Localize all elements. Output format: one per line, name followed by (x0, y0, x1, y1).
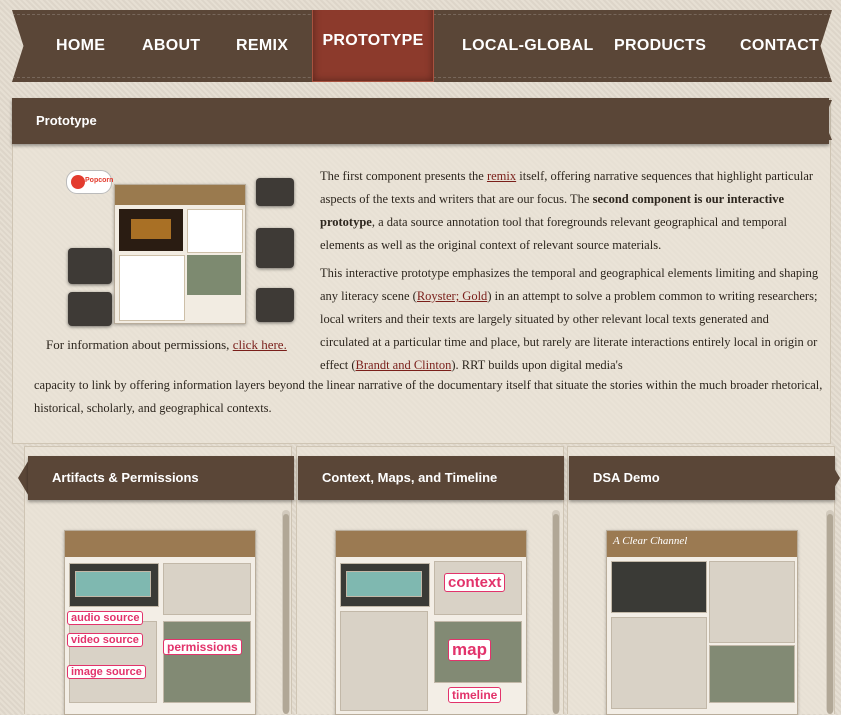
thumbnail-box (119, 255, 185, 321)
shot-video-frame (346, 571, 422, 597)
thumbnail-tooltip (68, 248, 112, 284)
nav-home[interactable]: HOME (56, 10, 105, 82)
thumbnail-tooltip (256, 288, 294, 322)
image-source-label: image source (67, 665, 146, 679)
dsa-title: A Clear Channel (613, 535, 688, 547)
thumbnail-header (115, 185, 245, 205)
popcorn-badge-icon: Popcorn (66, 170, 113, 194)
prototype-heading: Prototype (12, 98, 829, 144)
paragraph-1: The first component presents the remix i… (320, 169, 814, 252)
context-heading: Context, Maps, and Timeline (298, 456, 564, 500)
brandt-clinton-link[interactable]: Brandt and Clinton (356, 358, 452, 372)
nav-contact[interactable]: CONTACT (740, 10, 819, 82)
nav-remix[interactable]: REMIX (236, 10, 288, 82)
thumbnail-box (187, 209, 243, 253)
thumbnail-map (187, 255, 241, 295)
shot-block (163, 563, 251, 615)
nav-prototype[interactable]: PROTOTYPE (313, 10, 433, 73)
shot-video-frame (75, 571, 151, 597)
dsa-heading: DSA Demo (569, 456, 835, 500)
permissions-link[interactable]: click here. (233, 337, 287, 352)
shot-block (163, 621, 251, 703)
royster-gold-link[interactable]: Royster; Gold (417, 289, 487, 303)
prototype-thumbnail[interactable]: Popcorn (66, 168, 296, 328)
audio-source-label: audio source (67, 611, 144, 625)
nav-about[interactable]: ABOUT (142, 10, 200, 82)
map-label: map (448, 639, 491, 661)
nav-active-tab: PROTOTYPE (312, 10, 434, 82)
context-screenshot[interactable]: context map timeline (335, 530, 527, 715)
permissions-line: For information about permissions, click… (46, 337, 287, 353)
nav-products[interactable]: PRODUCTS (614, 10, 706, 82)
shot-block (709, 561, 795, 643)
shot-header (336, 531, 526, 557)
scrollbar[interactable] (826, 510, 834, 714)
shot-map (709, 645, 795, 703)
dsa-screenshot[interactable]: A Clear Channel (606, 530, 798, 715)
shot-video (611, 561, 707, 613)
permissions-label: permissions (163, 639, 242, 655)
remix-link[interactable]: remix (487, 169, 516, 183)
shot-header (65, 531, 255, 557)
shot-block (340, 611, 428, 711)
artifacts-heading: Artifacts & Permissions (28, 456, 294, 500)
permissions-text: For information about permissions, (46, 337, 233, 352)
nav-local-global[interactable]: LOCAL-GLOBAL (462, 10, 594, 82)
thumbnail-tooltip (256, 228, 294, 268)
video-source-label: video source (67, 633, 143, 647)
scrollbar[interactable] (552, 510, 560, 714)
thumbnail-page (114, 184, 246, 324)
paragraph-3: capacity to link by offering information… (34, 378, 823, 415)
paragraph-2: This interactive prototype emphasizes th… (320, 266, 819, 372)
main-nav: HOME ABOUT REMIX PROTOTYPE LOCAL-GLOBAL … (12, 10, 832, 82)
scrollbar[interactable] (282, 510, 290, 714)
thumbnail-tooltip (68, 292, 112, 326)
context-label: context (444, 573, 506, 592)
thumbnail-video (119, 209, 183, 251)
timeline-label: timeline (448, 687, 502, 703)
shot-block (611, 617, 707, 709)
artifacts-screenshot[interactable]: audio source video source permissions im… (64, 530, 256, 715)
thumbnail-tooltip (256, 178, 294, 206)
